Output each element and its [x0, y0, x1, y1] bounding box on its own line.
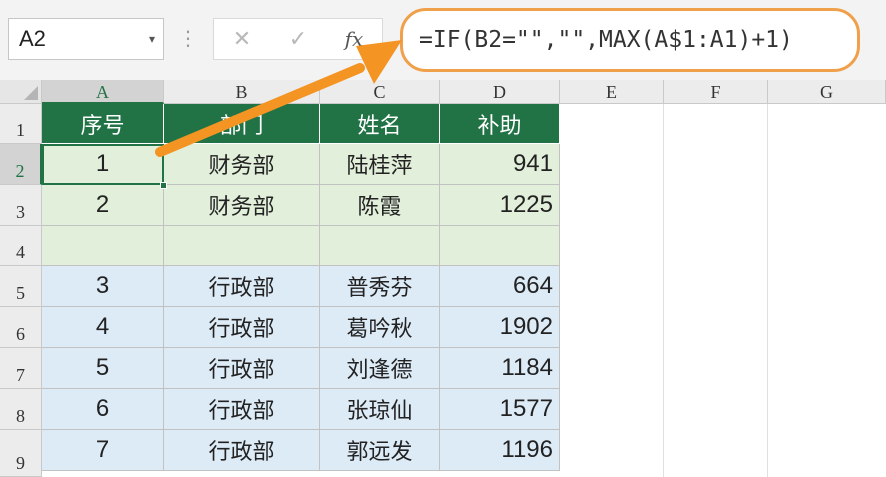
grip-icon: ⋮	[178, 26, 198, 50]
row-number: 8	[16, 406, 25, 426]
cell-c3[interactable]: 陈霞	[320, 185, 440, 226]
cell-d6[interactable]: 1902	[440, 307, 560, 348]
cell-b8[interactable]: 行政部	[164, 389, 320, 430]
formula-input[interactable]: =IF(B2="","",MAX(A$1:A1)+1)	[400, 8, 860, 72]
row-number: 6	[16, 324, 25, 344]
row-header-9[interactable]: 9	[0, 430, 42, 477]
cell-b3[interactable]: 财务部	[164, 185, 320, 226]
cell-d9[interactable]: 1196	[440, 430, 560, 471]
cell-c6[interactable]: 葛吟秋	[320, 307, 440, 348]
cell-b5[interactable]: 行政部	[164, 266, 320, 307]
cell-a4[interactable]	[42, 226, 164, 266]
formula-bar-area: A2 ▾ ⋮ ✕ ✓ fx =IF(B2="","",MAX(A$1:A1)+1…	[0, 0, 886, 80]
row-number: 7	[16, 365, 25, 385]
row-number: 9	[16, 453, 25, 473]
name-box-value: A2	[19, 26, 46, 51]
cell-a6[interactable]: 4	[42, 307, 164, 348]
insert-function-icon[interactable]: fx	[326, 27, 382, 51]
fill-handle[interactable]	[160, 182, 167, 189]
empty-column-g[interactable]	[768, 104, 886, 477]
cell-d8[interactable]: 1577	[440, 389, 560, 430]
cell-c2[interactable]: 陆桂萍	[320, 144, 440, 185]
formula-buttons: ✕ ✓ fx	[213, 18, 383, 60]
empty-column-f[interactable]	[664, 104, 768, 477]
row-header-2[interactable]: 2	[0, 144, 42, 185]
row-header-1[interactable]: 1	[0, 104, 42, 144]
chevron-down-icon[interactable]: ▾	[141, 32, 163, 46]
row-header-3[interactable]: 3	[0, 185, 42, 226]
header-cell-seq[interactable]: 序号	[42, 104, 164, 144]
cell-c9[interactable]: 郭远发	[320, 430, 440, 471]
header-cell-dept[interactable]: 部门	[164, 104, 320, 144]
cell-d3[interactable]: 1225	[440, 185, 560, 226]
cell-c4[interactable]	[320, 226, 440, 266]
cell-a2[interactable]: 1	[42, 144, 164, 185]
formula-text: =IF(B2="","",MAX(A$1:A1)+1)	[419, 27, 793, 53]
header-cell-subsidy[interactable]: 补助	[440, 104, 560, 144]
spreadsheet-grid: A B C D E F G 1 2 3 4 5 6 7 8 9 序号 部门 姓名…	[0, 80, 886, 477]
cell-b4[interactable]	[164, 226, 320, 266]
cell-b9[interactable]: 行政部	[164, 430, 320, 471]
cell-a9[interactable]: 7	[42, 430, 164, 471]
select-all-corner[interactable]	[0, 80, 42, 104]
column-header-f[interactable]: F	[664, 80, 768, 104]
row-header-8[interactable]: 8	[0, 389, 42, 430]
cell-d4[interactable]	[440, 226, 560, 266]
cell-b6[interactable]: 行政部	[164, 307, 320, 348]
column-header-e[interactable]: E	[560, 80, 664, 104]
cell-a7[interactable]: 5	[42, 348, 164, 389]
row-number: 5	[16, 283, 25, 303]
cell-c5[interactable]: 普秀芬	[320, 266, 440, 307]
column-header-a[interactable]: A	[42, 80, 164, 104]
column-header-b[interactable]: B	[164, 80, 320, 104]
cell-b7[interactable]: 行政部	[164, 348, 320, 389]
cell-a5[interactable]: 3	[42, 266, 164, 307]
empty-column-e[interactable]	[560, 104, 664, 477]
header-cell-name[interactable]: 姓名	[320, 104, 440, 144]
cell-c7[interactable]: 刘逢德	[320, 348, 440, 389]
cell-a8[interactable]: 6	[42, 389, 164, 430]
row-header-5[interactable]: 5	[0, 266, 42, 307]
column-header-g[interactable]: G	[768, 80, 886, 104]
row-number: 4	[16, 242, 25, 262]
cell-a3[interactable]: 2	[42, 185, 164, 226]
column-header-d[interactable]: D	[440, 80, 560, 104]
row-header-7[interactable]: 7	[0, 348, 42, 389]
cell-d5[interactable]: 664	[440, 266, 560, 307]
cell-d2[interactable]: 941	[440, 144, 560, 185]
cell-c8[interactable]: 张琼仙	[320, 389, 440, 430]
check-icon[interactable]: ✓	[270, 27, 326, 52]
row-header-4[interactable]: 4	[0, 226, 42, 266]
row-number: 2	[15, 161, 25, 181]
column-header-c[interactable]: C	[320, 80, 440, 104]
cancel-icon[interactable]: ✕	[214, 27, 270, 52]
row-number: 1	[16, 120, 25, 140]
name-box[interactable]: A2 ▾	[8, 18, 164, 60]
cell-d7[interactable]: 1184	[440, 348, 560, 389]
cell-b2[interactable]: 财务部	[164, 144, 320, 185]
row-number: 3	[16, 202, 25, 222]
row-header-6[interactable]: 6	[0, 307, 42, 348]
